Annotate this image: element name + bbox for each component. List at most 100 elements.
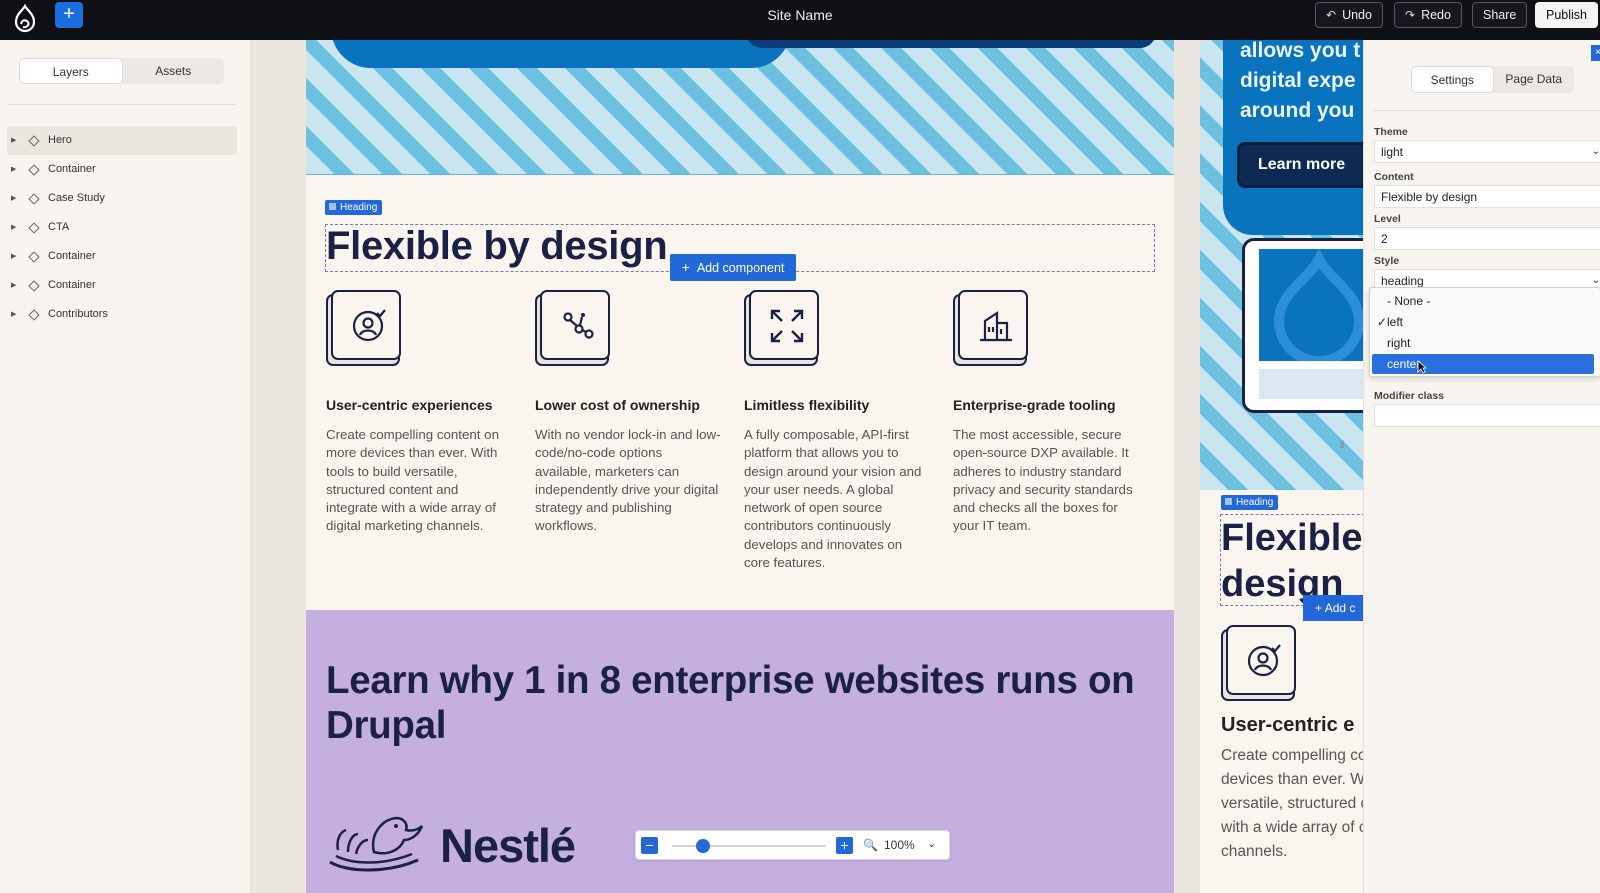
theme-value: light: [1381, 145, 1404, 159]
zoom-control: − + 🔍 100% ⌄: [635, 830, 950, 860]
resize-handle[interactable]: ⦀: [1340, 440, 1346, 458]
add-component-button[interactable]: + Add component: [670, 254, 796, 281]
option-label: left: [1387, 315, 1404, 329]
caret-right-icon[interactable]: ▶: [11, 126, 16, 155]
feature-title: User-centric experiences: [326, 397, 493, 413]
component-icon: [28, 135, 40, 147]
feature-icon-frame: [744, 290, 820, 366]
heading-badge[interactable]: Heading: [325, 200, 383, 215]
nestle-nest-logo-icon: [329, 816, 424, 872]
publish-button[interactable]: Publish: [1535, 2, 1598, 28]
top-toolbar: + Site Name ↶ Undo ↷ Redo Share Publish: [0, 0, 1600, 40]
component-icon: [28, 222, 40, 234]
caret-right-icon[interactable]: ▶: [11, 213, 16, 242]
chevron-down-icon[interactable]: ⌄: [927, 837, 936, 850]
modifier-class-input[interactable]: [1374, 404, 1600, 427]
cta-heading[interactable]: Learn why 1 in 8 enterprise websites run…: [326, 658, 1146, 748]
mobile-section-heading[interactable]: Flexible design: [1221, 515, 1363, 607]
option-label: - None -: [1387, 294, 1431, 308]
tab-settings[interactable]: Settings: [1411, 66, 1494, 93]
feature-icon-frame: [326, 290, 402, 366]
undo-label: Undo: [1342, 8, 1372, 22]
caret-right-icon[interactable]: ▶: [11, 271, 16, 300]
layer-label: CTA: [48, 221, 70, 233]
learn-more-button[interactable]: Learn more: [1237, 142, 1363, 188]
layer-item-container[interactable]: ▶ Container: [7, 271, 237, 300]
dropdown-option-center[interactable]: center: [1372, 354, 1594, 374]
drupal-logo-icon[interactable]: [12, 4, 38, 34]
tab-layers[interactable]: Layers: [19, 58, 123, 84]
feature-icon-frame: [1221, 625, 1297, 701]
layer-label: Hero: [48, 134, 72, 146]
zoom-slider-thumb[interactable]: [695, 839, 710, 853]
component-icon: [28, 251, 40, 263]
layer-item-container[interactable]: ▶ Container: [7, 242, 237, 271]
option-label: right: [1387, 336, 1411, 350]
tab-page-data[interactable]: Page Data: [1494, 66, 1575, 93]
add-component-button[interactable]: + Add c: [1303, 595, 1363, 621]
layer-label: Container: [48, 250, 96, 262]
content-input[interactable]: Flexible by design: [1374, 185, 1600, 208]
layer-label: Container: [48, 163, 96, 175]
right-panel: × Settings Page Data Theme light ⌄ Conten…: [1363, 40, 1600, 893]
feature-description: A fully composable, API-first platform t…: [744, 427, 922, 571]
option-label: center: [1387, 357, 1421, 371]
dropdown-option-right[interactable]: right: [1372, 333, 1594, 353]
user-target-icon: [1247, 644, 1281, 677]
add-button[interactable]: +: [55, 2, 83, 28]
caret-right-icon[interactable]: ▶: [11, 300, 16, 329]
redo-button[interactable]: ↷ Redo: [1394, 2, 1462, 28]
add-component-label: Add c: [1324, 601, 1356, 615]
component-icon: [28, 193, 40, 205]
caret-right-icon[interactable]: ▶: [11, 184, 16, 213]
undo-button[interactable]: ↶ Undo: [1315, 2, 1383, 28]
layer-item-contributors[interactable]: ▶ Contributors: [7, 300, 237, 329]
nodes-graph-icon: [563, 312, 594, 339]
layer-item-hero[interactable]: ▶ Hero: [7, 126, 237, 155]
zoom-out-button[interactable]: −: [641, 837, 658, 854]
feature-description: With no vendor lock-in and low-code/no-c…: [535, 427, 721, 534]
feature-description: Create compelling content on more device…: [326, 427, 499, 534]
feature-title: Limitless flexibility: [744, 397, 870, 413]
hero-section[interactable]: [306, 40, 1174, 175]
right-tabs: Settings Page Data: [1411, 66, 1574, 93]
feature-title: Lower cost of ownership: [535, 397, 700, 413]
caret-right-icon[interactable]: ▶: [11, 155, 16, 184]
desc-line: Create compelling co: [1221, 747, 1363, 764]
heading-badge[interactable]: Heading: [1221, 495, 1279, 510]
share-button[interactable]: Share: [1472, 2, 1528, 28]
component-icon: [28, 309, 40, 321]
close-icon[interactable]: ×: [1591, 45, 1600, 61]
plus-icon: +: [681, 259, 690, 275]
layer-item-container[interactable]: ▶ Container: [7, 155, 237, 184]
caret-right-icon[interactable]: ▶: [11, 242, 16, 271]
redo-icon: ↷: [1405, 8, 1416, 22]
level-input[interactable]: 2: [1374, 227, 1600, 250]
layer-item-case-study[interactable]: ▶ Case Study: [7, 184, 237, 213]
style-value: heading: [1381, 274, 1424, 288]
buildings-icon: [980, 310, 1012, 342]
feature-title: User-centric e: [1221, 714, 1355, 736]
mobile-hero-text: allows you t digital expe around you: [1240, 40, 1363, 126]
alignment-dropdown: - None - ✓ left right center: [1369, 287, 1600, 377]
zoom-in-button[interactable]: +: [836, 837, 853, 854]
dropdown-option-none[interactable]: - None -: [1372, 291, 1594, 311]
feature-description: Create compelling co devices than ever. …: [1221, 744, 1363, 864]
zoom-level: 100%: [884, 838, 915, 852]
left-tabs: Layers Assets: [19, 58, 224, 84]
device-illustration: [1242, 238, 1363, 413]
tab-assets[interactable]: Assets: [123, 58, 225, 84]
dropdown-option-left[interactable]: ✓ left: [1372, 312, 1594, 332]
desc-line: channels.: [1221, 843, 1288, 860]
mobile-preview: allows you t digital expe around you Lea…: [1200, 40, 1363, 893]
section-heading[interactable]: Flexible by design: [326, 224, 668, 269]
device-content-row: [1259, 369, 1363, 399]
user-target-icon: [352, 309, 386, 342]
nestle-logo-text: Nestlé: [440, 819, 576, 872]
layer-item-cta[interactable]: ▶ CTA: [7, 213, 237, 242]
magnifier-icon: 🔍: [863, 838, 878, 852]
checkmark-icon: ✓: [1377, 315, 1388, 329]
feature-description: The most accessible, secure open-source …: [953, 427, 1133, 534]
theme-select[interactable]: light ⌄: [1374, 140, 1600, 163]
hero-text-line: allows you t: [1240, 40, 1361, 62]
